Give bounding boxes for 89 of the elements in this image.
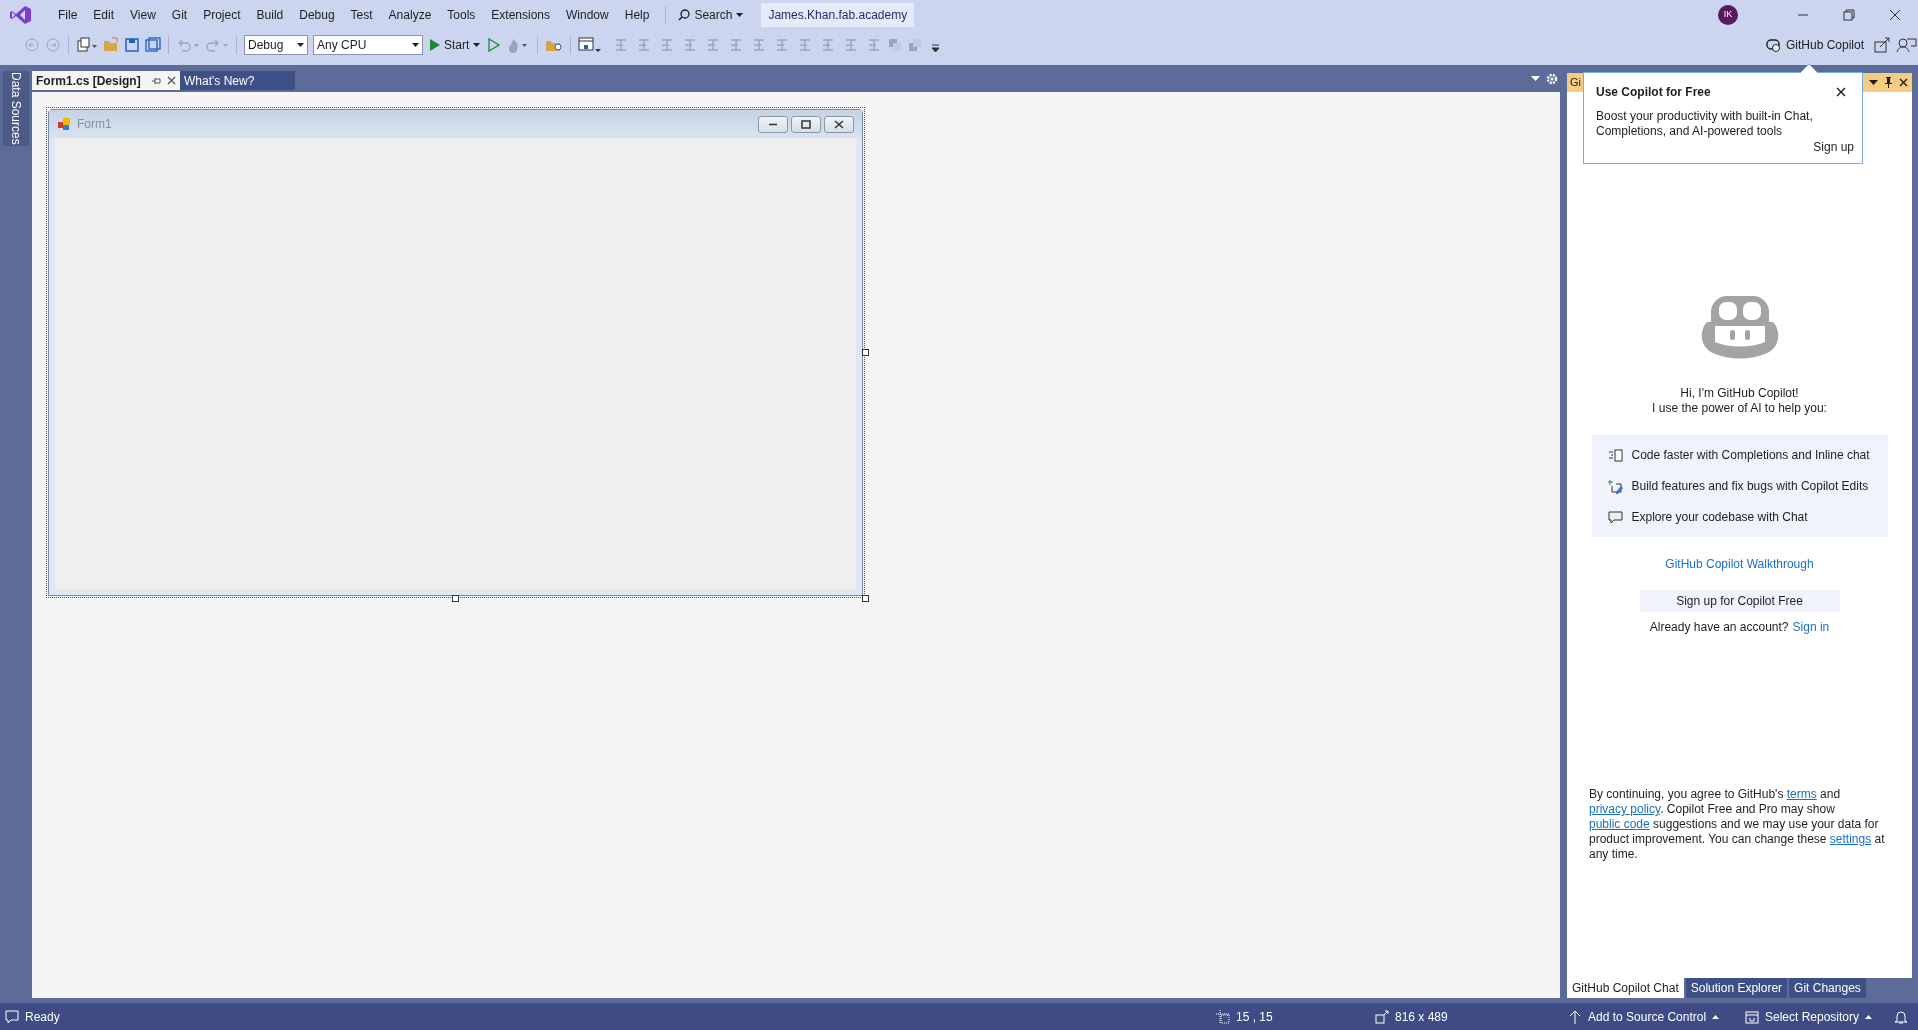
menu-item[interactable]: Project bbox=[195, 6, 249, 24]
menu-item[interactable]: Extensions bbox=[483, 6, 559, 24]
walkthrough-link[interactable]: GitHub Copilot Walkthrough bbox=[1665, 555, 1814, 573]
caret-icon[interactable] bbox=[412, 43, 419, 47]
avatar[interactable]: IK bbox=[1718, 5, 1738, 25]
minimize-icon bbox=[768, 122, 778, 126]
menu-item[interactable]: View bbox=[122, 6, 164, 24]
close-icon[interactable] bbox=[167, 76, 176, 85]
close-icon[interactable] bbox=[1836, 87, 1846, 97]
configuration-dropdown[interactable]: Debug bbox=[244, 35, 308, 55]
notification-icon[interactable] bbox=[1894, 1009, 1908, 1024]
settings-icon[interactable] bbox=[1546, 73, 1558, 85]
caret-icon[interactable] bbox=[736, 13, 744, 17]
close-icon[interactable] bbox=[1899, 78, 1908, 87]
popup-title: Use Copilot for Free bbox=[1596, 84, 1712, 101]
side-tab[interactable]: Data Sources bbox=[3, 71, 29, 146]
new-project-icon[interactable] bbox=[76, 37, 98, 53]
share-icon[interactable] bbox=[1873, 37, 1891, 53]
search-icon[interactable] bbox=[678, 9, 691, 21]
resize-handle[interactable] bbox=[452, 595, 459, 602]
dropdown-icon[interactable] bbox=[1869, 79, 1878, 86]
feature-text: Code faster with Completions and Inline chat bbox=[1631, 447, 1870, 464]
completion-icon bbox=[1607, 447, 1623, 463]
panel-tab[interactable]: Solution Explorer bbox=[1685, 978, 1788, 998]
form-title: Form1 bbox=[77, 116, 112, 133]
menu-item[interactable]: Analyze bbox=[380, 6, 440, 24]
start-button[interactable]: Start bbox=[428, 36, 483, 54]
chat-icon bbox=[5, 1009, 19, 1024]
pin-icon[interactable] bbox=[1884, 77, 1893, 88]
copilot-icon[interactable] bbox=[1764, 38, 1781, 52]
feature-text: Build features and fix bugs with Copilot Edits bbox=[1631, 478, 1869, 495]
search-button[interactable]: Search bbox=[674, 6, 748, 24]
close-icon bbox=[834, 119, 844, 129]
menu-item[interactable]: Build bbox=[248, 6, 292, 24]
repository-button[interactable]: Select Repository bbox=[1765, 1007, 1873, 1026]
edit-icon bbox=[1607, 478, 1623, 494]
play-outline-icon[interactable] bbox=[487, 38, 502, 52]
resize-handle[interactable] bbox=[862, 595, 869, 602]
account-prompt: Already have an account? bbox=[1649, 619, 1789, 636]
legal-link[interactable]: settings bbox=[1829, 832, 1872, 846]
size-icon bbox=[1375, 1009, 1389, 1024]
caret-icon[interactable] bbox=[473, 43, 481, 47]
legal-link[interactable]: public code bbox=[1589, 817, 1650, 831]
logo-icon bbox=[10, 5, 32, 25]
caret-icon[interactable] bbox=[297, 43, 304, 47]
chat-icon bbox=[1607, 509, 1623, 525]
account-badge[interactable]: James.Khan.fab.academy bbox=[761, 3, 915, 27]
dropdown-icon[interactable] bbox=[1531, 76, 1540, 82]
form-icon bbox=[57, 117, 71, 131]
panel-tab[interactable]: Git Changes bbox=[1789, 978, 1866, 998]
position-icon bbox=[1216, 1009, 1230, 1024]
copilot-button[interactable]: GitHub Copilot bbox=[1760, 36, 1868, 54]
source-control-button[interactable]: Add to Source Control bbox=[1588, 1007, 1720, 1026]
resize-handle[interactable] bbox=[862, 349, 869, 356]
signup-button[interactable]: Sign up for Copilot Free bbox=[1639, 590, 1840, 612]
menu-item[interactable]: Debug bbox=[291, 6, 343, 24]
menu-item[interactable]: Test bbox=[342, 6, 381, 24]
panel-tab[interactable]: GitHub Copilot Chat bbox=[1567, 978, 1684, 998]
menu-item[interactable]: Edit bbox=[85, 6, 123, 24]
repository-icon[interactable] bbox=[1745, 1009, 1759, 1024]
greeting-text: Hi, I'm GitHub Copilot! bbox=[1680, 386, 1799, 401]
legal-link[interactable]: terms bbox=[1786, 787, 1817, 801]
size-text: 816 x 489 bbox=[1395, 1008, 1448, 1026]
caret-icon[interactable] bbox=[1865, 1014, 1873, 1019]
caret-icon[interactable] bbox=[1712, 1014, 1720, 1019]
menu-item[interactable]: Window bbox=[558, 6, 617, 24]
menu-item[interactable]: Tools bbox=[439, 6, 484, 24]
panel-title: Gi bbox=[1570, 75, 1581, 91]
maximize-icon bbox=[801, 119, 811, 129]
status-text: Ready bbox=[25, 1008, 60, 1026]
signup-link[interactable]: Sign up bbox=[1813, 138, 1854, 156]
position-text: 15 , 15 bbox=[1236, 1008, 1273, 1026]
window-layout-icon[interactable] bbox=[578, 36, 603, 54]
menu-item[interactable]: Git bbox=[163, 6, 196, 24]
platform-dropdown[interactable]: Any CPU bbox=[313, 35, 423, 55]
save-icon[interactable] bbox=[124, 37, 140, 53]
document-tab[interactable]: Form1.cs [Design] bbox=[32, 71, 180, 90]
arrow-up-icon[interactable] bbox=[1568, 1009, 1582, 1024]
feedback-icon[interactable] bbox=[1896, 37, 1918, 53]
menu-item[interactable]: Help bbox=[616, 6, 658, 24]
greeting-text: I use the power of AI to help you: bbox=[1652, 401, 1827, 416]
sign-in-link[interactable]: Sign in bbox=[1792, 618, 1830, 636]
save-all-icon[interactable] bbox=[145, 37, 161, 53]
menu-item[interactable]: File bbox=[50, 6, 86, 24]
legal-text: By continuing, you agree to GitHub's terms and privacy policy. Copilot Free and Pro may show public code suggestions and we may use your data for product improvement. You can change these settings at any time. bbox=[1589, 787, 1886, 862]
document-tab[interactable]: What's New? bbox=[180, 71, 295, 90]
play-icon[interactable] bbox=[430, 39, 440, 51]
feature-text: Explore your codebase with Chat bbox=[1631, 509, 1808, 526]
popup-body: Boost your productivity with built-in Chat, Completions, and AI-powered tools bbox=[1596, 109, 1814, 139]
